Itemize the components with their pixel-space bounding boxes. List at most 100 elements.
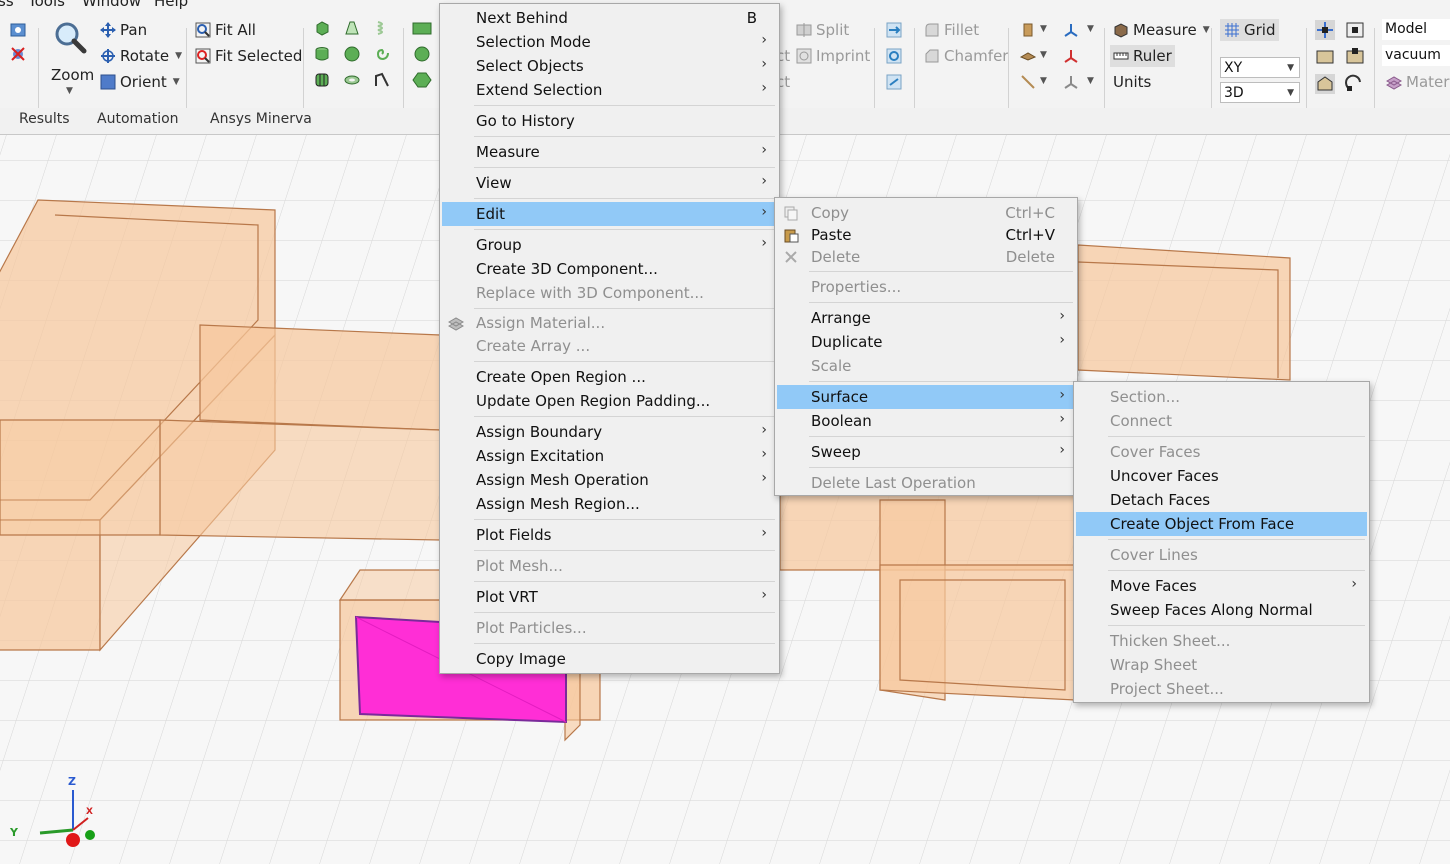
menu-item-go-to-history[interactable]: Go to History	[442, 109, 777, 133]
rectangle-icon[interactable]	[412, 20, 432, 36]
menu-item-select-objects[interactable]: Select Objects ›	[442, 54, 777, 78]
menu-item-cover-faces[interactable]: Cover Faces	[1076, 440, 1367, 464]
menu-item-wrap-sheet[interactable]: Wrap Sheet	[1076, 653, 1367, 677]
menu-item-boolean[interactable]: Boolean ›	[777, 409, 1075, 433]
cs-dropdown-icon[interactable]: ▼	[1040, 24, 1047, 34]
tab-results[interactable]: Results	[19, 111, 70, 127]
fit-selected-button[interactable]: Fit Selected	[195, 45, 302, 67]
spiral-icon[interactable]	[374, 46, 390, 62]
axis-icon[interactable]	[1063, 22, 1079, 38]
menu-item-delete[interactable]: Delete Delete	[777, 245, 1075, 269]
menu-item-scale[interactable]: Scale	[777, 354, 1075, 378]
measure-dropdown-icon[interactable]: ▼	[1203, 25, 1210, 35]
snap-quadrant-icon[interactable]	[1345, 74, 1365, 94]
snap-grid-icon[interactable]	[1315, 20, 1335, 40]
menu-item-paste[interactable]: Paste Ctrl+V	[777, 223, 1075, 247]
hide-all-icon[interactable]	[10, 46, 26, 62]
menu-item-detach-faces[interactable]: Detach Faces	[1076, 488, 1367, 512]
relative-cs-icon[interactable]	[1063, 48, 1079, 64]
line-dropdown-icon[interactable]: ▼	[1040, 76, 1047, 86]
menu-item-uncover-faces[interactable]: Uncover Faces	[1076, 464, 1367, 488]
menu-item-assign-mesh-region[interactable]: Assign Mesh Region...	[442, 492, 777, 516]
menu-item-plot-vrt[interactable]: Plot VRT ›	[442, 585, 777, 609]
menu-item-move-faces[interactable]: Move Faces ›	[1076, 574, 1367, 598]
snap-face-icon[interactable]	[1345, 46, 1365, 66]
axis-dropdown-icon[interactable]: ▼	[1087, 24, 1094, 34]
zoom-button[interactable]: Zoom	[51, 64, 94, 86]
menu-item-update-open-region-padding[interactable]: Update Open Region Padding...	[442, 389, 777, 413]
move-icon[interactable]	[886, 22, 902, 38]
coordinate-system-icon[interactable]	[1020, 22, 1036, 38]
menu-item-section[interactable]: Section...	[1076, 385, 1367, 409]
snap-edge-icon[interactable]	[1315, 46, 1335, 66]
menu-item-project-sheet[interactable]: Project Sheet...	[1076, 677, 1367, 701]
line-icon[interactable]	[1020, 74, 1036, 90]
menu-item-connect[interactable]: Connect	[1076, 409, 1367, 433]
menu-item-group[interactable]: Group ›	[442, 233, 777, 257]
menu-item-sweep-faces-along-normal[interactable]: Sweep Faces Along Normal	[1076, 598, 1367, 622]
align-dropdown-icon[interactable]: ▼	[1087, 76, 1094, 86]
menu-window[interactable]: Window	[82, 0, 141, 10]
show-hide-icon[interactable]	[10, 22, 26, 38]
bondwire-icon[interactable]	[374, 72, 390, 88]
menu-item-assign-boundary[interactable]: Assign Boundary ›	[442, 420, 777, 444]
menu-item-create-array[interactable]: Create Array ...	[442, 334, 777, 358]
menu-item-create-open-region[interactable]: Create Open Region ...	[442, 365, 777, 389]
chamfer-button[interactable]: Chamfer	[924, 45, 1008, 67]
menu-item-surface[interactable]: Surface ›	[777, 385, 1075, 409]
pan-button[interactable]: Pan	[100, 19, 147, 41]
menu-item-view[interactable]: View ›	[442, 171, 777, 195]
menu-item-create-object-from-face[interactable]: Create Object From Face	[1076, 512, 1367, 536]
rotate-dropdown-icon[interactable]: ▼	[175, 51, 182, 61]
grid-button[interactable]: Grid	[1220, 19, 1280, 41]
plane-select[interactable]: XY ▼	[1220, 57, 1300, 78]
units-button[interactable]: Units	[1113, 71, 1151, 93]
menu-item-next-behind[interactable]: Next Behind B	[442, 6, 777, 30]
align-icon[interactable]	[1063, 74, 1079, 90]
menu-partial[interactable]: ss	[0, 0, 14, 10]
menu-item-assign-material[interactable]: Assign Material...	[442, 311, 777, 335]
menu-item-plot-mesh[interactable]: Plot Mesh...	[442, 554, 777, 578]
helix-icon[interactable]	[374, 20, 390, 36]
snap-vertex-icon[interactable]	[1345, 20, 1365, 40]
menu-item-selection-mode[interactable]: Selection Mode ›	[442, 30, 777, 54]
menu-item-plot-fields[interactable]: Plot Fields ›	[442, 523, 777, 547]
menu-item-duplicate[interactable]: Duplicate ›	[777, 330, 1075, 354]
menu-item-copy[interactable]: Copy Ctrl+C	[777, 201, 1075, 225]
material-button[interactable]: Mater	[1386, 71, 1449, 93]
polyhedron-icon[interactable]	[314, 72, 330, 88]
menu-item-measure[interactable]: Measure ›	[442, 140, 777, 164]
sphere-icon[interactable]	[344, 46, 360, 62]
snap-center-icon[interactable]	[1315, 74, 1335, 94]
split-button[interactable]: Split	[796, 19, 849, 41]
rotate-object-icon[interactable]	[886, 48, 902, 64]
menu-item-properties[interactable]: Properties...	[777, 275, 1075, 299]
menu-help[interactable]: Help	[154, 0, 188, 10]
menu-item-delete-last-operation[interactable]: Delete Last Operation	[777, 471, 1075, 495]
menu-item-cover-lines[interactable]: Cover Lines	[1076, 543, 1367, 567]
menu-item-create-3d-component[interactable]: Create 3D Component...	[442, 257, 777, 281]
material-field[interactable]: vacuum	[1382, 45, 1450, 66]
face-cs-dropdown-icon[interactable]: ▼	[1040, 50, 1047, 60]
rotate-button[interactable]: Rotate ▼	[100, 45, 182, 67]
ruler-button[interactable]: Ruler	[1110, 45, 1175, 67]
cone-icon[interactable]	[344, 20, 360, 36]
menu-item-plot-particles[interactable]: Plot Particles...	[442, 616, 777, 640]
tab-ansys-minerva[interactable]: Ansys Minerva	[210, 111, 312, 127]
fillet-button[interactable]: Fillet	[924, 19, 979, 41]
mode-select[interactable]: 3D ▼	[1220, 82, 1300, 103]
orient-dropdown-icon[interactable]: ▼	[173, 77, 180, 87]
box-icon[interactable]	[314, 20, 330, 36]
polygon-icon[interactable]	[412, 72, 432, 88]
menu-item-copy-image[interactable]: Copy Image	[442, 647, 777, 671]
cylinder-icon[interactable]	[314, 46, 330, 62]
model-field[interactable]: Model	[1382, 19, 1450, 40]
torus-icon[interactable]	[344, 72, 360, 88]
menu-tools[interactable]: Tools	[28, 0, 65, 10]
orient-button[interactable]: Orient ▼	[100, 71, 180, 93]
menu-item-thicken-sheet[interactable]: Thicken Sheet...	[1076, 629, 1367, 653]
menu-item-edit[interactable]: Edit ›	[442, 202, 777, 226]
fit-all-button[interactable]: Fit All	[195, 19, 256, 41]
imprint-button[interactable]: Imprint	[796, 45, 870, 67]
menu-item-extend-selection[interactable]: Extend Selection ›	[442, 78, 777, 102]
